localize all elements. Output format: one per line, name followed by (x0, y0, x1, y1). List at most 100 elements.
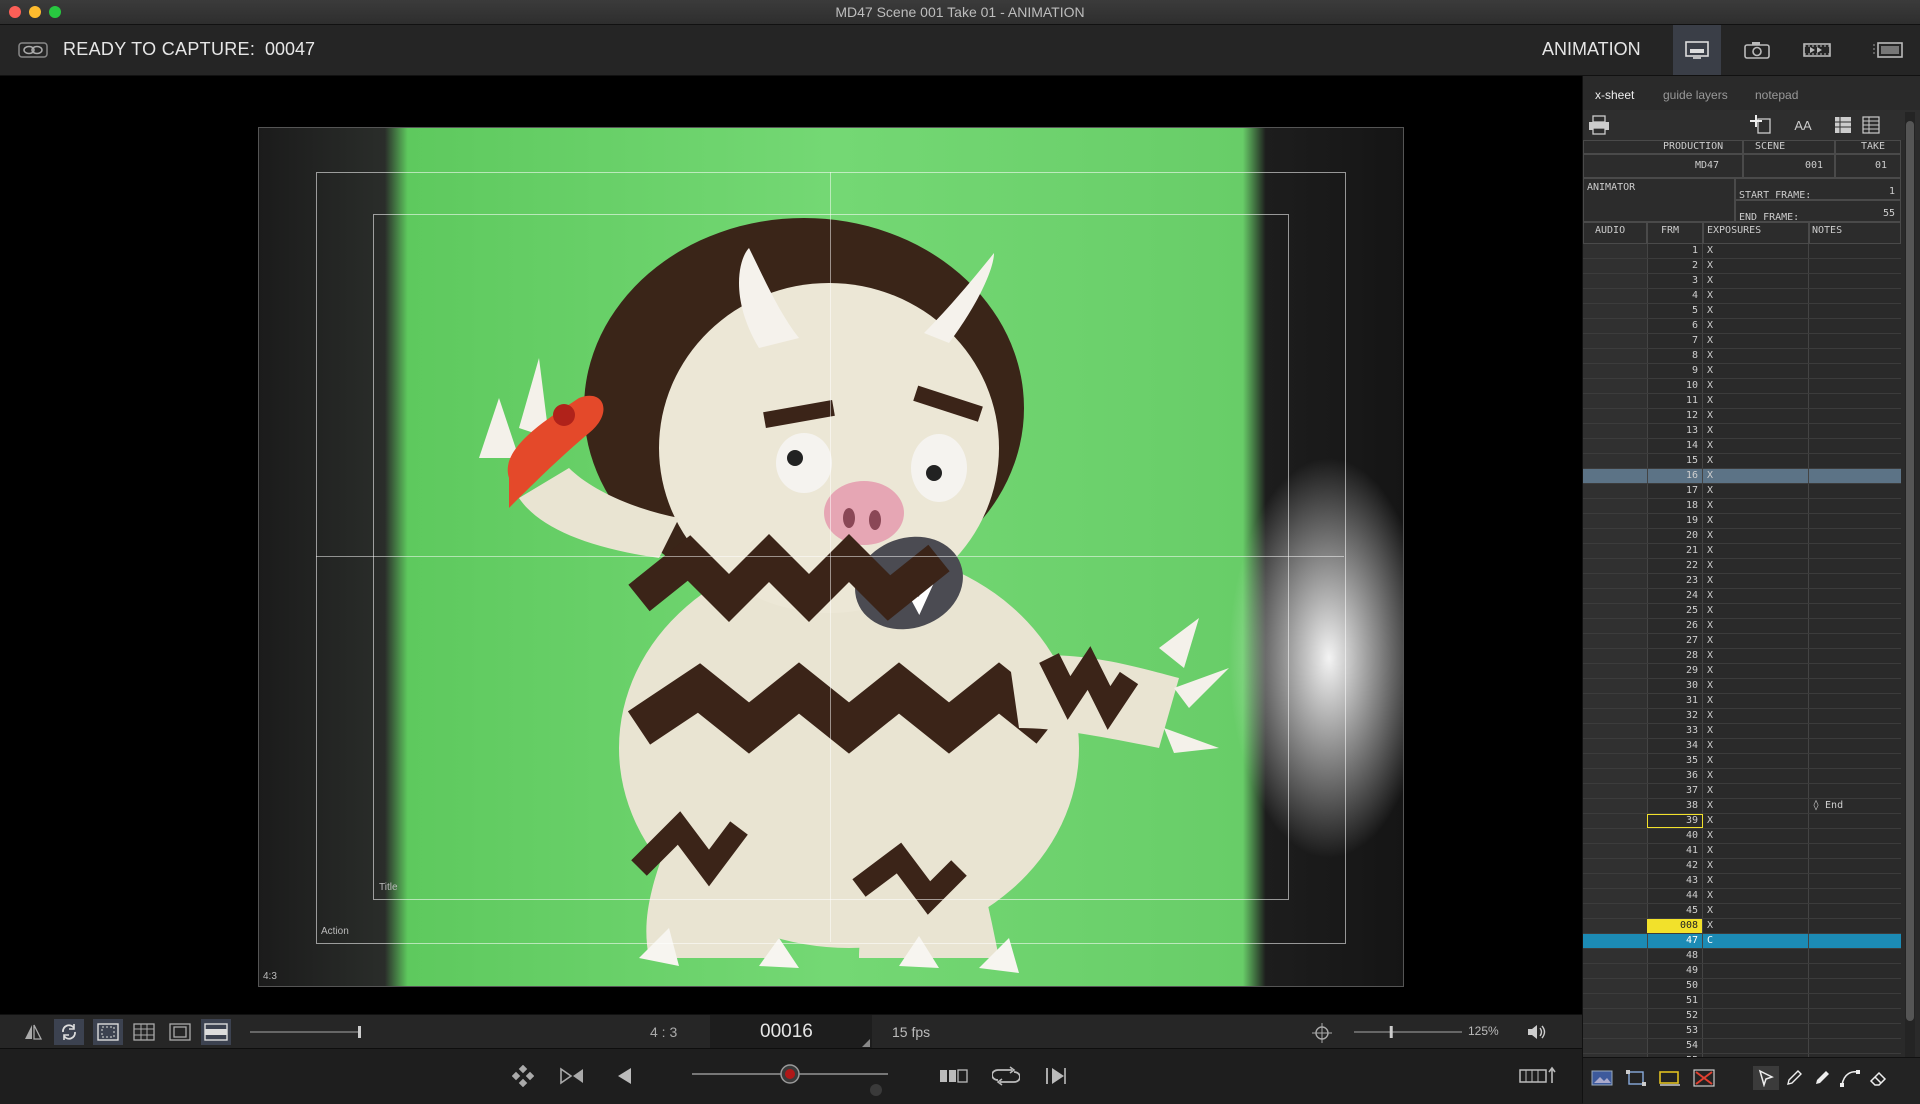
audio-cell[interactable] (1583, 349, 1648, 363)
toggle-live-button[interactable] (556, 1063, 588, 1089)
image-layer-button[interactable] (1589, 1066, 1615, 1090)
notes-cell[interactable] (1809, 664, 1901, 678)
loop-button[interactable] (990, 1063, 1022, 1089)
frame-number-cell[interactable]: 13 (1647, 424, 1703, 438)
pencil-tool-button[interactable] (1781, 1066, 1807, 1090)
x-sheet-row[interactable]: 51 (1583, 994, 1901, 1009)
x-sheet-row[interactable]: 18 X (1583, 499, 1901, 514)
x-sheet-row[interactable]: 40 X (1583, 829, 1901, 844)
frame-number-cell[interactable]: 32 (1647, 709, 1703, 723)
safe-area-button[interactable] (93, 1019, 123, 1045)
timeline-toggle-button[interactable] (1518, 1063, 1558, 1089)
audio-cell[interactable] (1583, 889, 1648, 903)
volume-icon[interactable] (1526, 1023, 1548, 1041)
frame-number-cell[interactable]: 49 (1647, 964, 1703, 978)
capture-link-icon[interactable] (18, 42, 48, 58)
audio-cell[interactable] (1583, 814, 1648, 828)
crosshair-icon[interactable] (1312, 1023, 1332, 1043)
audio-cell[interactable] (1583, 289, 1648, 303)
exposure-cell[interactable]: X (1703, 589, 1809, 603)
live-toggle-button[interactable] (54, 1019, 84, 1045)
audio-cell[interactable] (1583, 919, 1648, 933)
notes-cell[interactable] (1809, 709, 1901, 723)
frame-number-cell[interactable]: 18 (1647, 499, 1703, 513)
x-sheet-row[interactable]: 36 X (1583, 769, 1901, 784)
notes-cell[interactable] (1809, 634, 1901, 648)
frame-number-cell[interactable]: 16 (1647, 469, 1703, 483)
tab-guide-layers[interactable]: guide layers (1663, 88, 1728, 102)
frame-mark-button[interactable] (1657, 1066, 1683, 1090)
audio-cell[interactable] (1583, 1009, 1648, 1023)
x-sheet-row[interactable]: 19 X (1583, 514, 1901, 529)
notes-cell[interactable] (1809, 364, 1901, 378)
exposure-cell[interactable] (1703, 994, 1809, 1008)
audio-cell[interactable] (1583, 454, 1648, 468)
exposure-cell[interactable]: X (1703, 829, 1809, 843)
notes-cell[interactable] (1809, 889, 1901, 903)
frame-number-cell[interactable]: 1 (1647, 244, 1703, 258)
audio-cell[interactable] (1583, 934, 1648, 948)
frame-number-cell[interactable]: 17 (1647, 484, 1703, 498)
exposure-cell[interactable]: X (1703, 559, 1809, 573)
audio-cell[interactable] (1583, 844, 1648, 858)
x-sheet-scroll-thumb[interactable] (1906, 121, 1914, 1021)
notes-cell[interactable] (1809, 724, 1901, 738)
exposure-cell[interactable]: X (1703, 814, 1809, 828)
exposure-cell[interactable]: X (1703, 859, 1809, 873)
x-sheet-row[interactable]: 50 (1583, 979, 1901, 994)
grid-button[interactable] (129, 1019, 159, 1045)
start-frame-value[interactable]: 1 (1889, 186, 1895, 197)
notes-cell[interactable] (1809, 244, 1901, 258)
x-sheet-row[interactable]: 44 X (1583, 889, 1901, 904)
frame-number-cell[interactable]: 25 (1647, 604, 1703, 618)
exposure-cell[interactable]: X (1703, 844, 1809, 858)
frame-number-cell[interactable]: 40 (1647, 829, 1703, 843)
audio-cell[interactable] (1583, 319, 1648, 333)
frame-number-cell[interactable]: 37 (1647, 784, 1703, 798)
x-sheet-row[interactable]: 10 X (1583, 379, 1901, 394)
x-sheet-row[interactable]: 45 X (1583, 904, 1901, 919)
frame-number-cell[interactable]: 28 (1647, 649, 1703, 663)
audio-cell[interactable] (1583, 754, 1648, 768)
x-sheet-row[interactable]: 47 C (1583, 934, 1901, 949)
notes-cell[interactable] (1809, 574, 1901, 588)
x-sheet-row[interactable]: 15 X (1583, 454, 1901, 469)
x-sheet-row[interactable]: 2X (1583, 259, 1901, 274)
audio-cell[interactable] (1583, 694, 1648, 708)
frame-number-cell[interactable]: 52 (1647, 1009, 1703, 1023)
notes-cell[interactable] (1809, 1024, 1901, 1038)
exposure-cell[interactable] (1703, 1039, 1809, 1053)
frame-number-cell[interactable]: 54 (1647, 1039, 1703, 1053)
x-sheet-row[interactable]: 20 X (1583, 529, 1901, 544)
x-sheet-row[interactable]: 24 X (1583, 589, 1901, 604)
x-sheet-row[interactable]: 13 X (1583, 424, 1901, 439)
exposure-cell[interactable]: X (1703, 904, 1809, 918)
exposure-cell[interactable]: X (1703, 694, 1809, 708)
add-frame-button[interactable] (1749, 114, 1773, 136)
x-sheet-row[interactable]: 32 X (1583, 709, 1901, 724)
x-sheet-row[interactable]: 8X (1583, 349, 1901, 364)
exposure-cell[interactable] (1703, 964, 1809, 978)
audio-cell[interactable] (1583, 829, 1648, 843)
audio-cell[interactable] (1583, 559, 1648, 573)
x-sheet-row[interactable]: 31 X (1583, 694, 1901, 709)
notes-cell[interactable] (1809, 304, 1901, 318)
letterbox-button[interactable] (201, 1019, 231, 1045)
capture-viewer[interactable]: Title Action 4:3 (0, 76, 1582, 1014)
x-sheet-row[interactable]: 38 X ◊ End (1583, 799, 1901, 814)
exposure-cell[interactable]: X (1703, 754, 1809, 768)
x-sheet-rows[interactable]: 1 X 2 X 3 X 4 X 5 X 6 X 7 X 8 X 9 X 10 X 11 X 12 X 13 X 14 X 15 X 16 X 1… (1583, 244, 1901, 1057)
x-sheet-row[interactable]: 27 X (1583, 634, 1901, 649)
x-sheet-row[interactable]: 12 X (1583, 409, 1901, 424)
audio-cell[interactable] (1583, 544, 1648, 558)
eraser-tool-button[interactable] (1865, 1066, 1891, 1090)
flip-button[interactable] (18, 1019, 48, 1045)
audio-cell[interactable] (1583, 514, 1648, 528)
frame-number-cell[interactable]: 44 (1647, 889, 1703, 903)
frame-dropdown-icon[interactable] (862, 1039, 870, 1047)
notes-cell[interactable] (1809, 544, 1901, 558)
x-sheet-row[interactable]: 28 X (1583, 649, 1901, 664)
notes-cell[interactable] (1809, 424, 1901, 438)
x-sheet-row[interactable]: 21 X (1583, 544, 1901, 559)
audio-cell[interactable] (1583, 409, 1648, 423)
